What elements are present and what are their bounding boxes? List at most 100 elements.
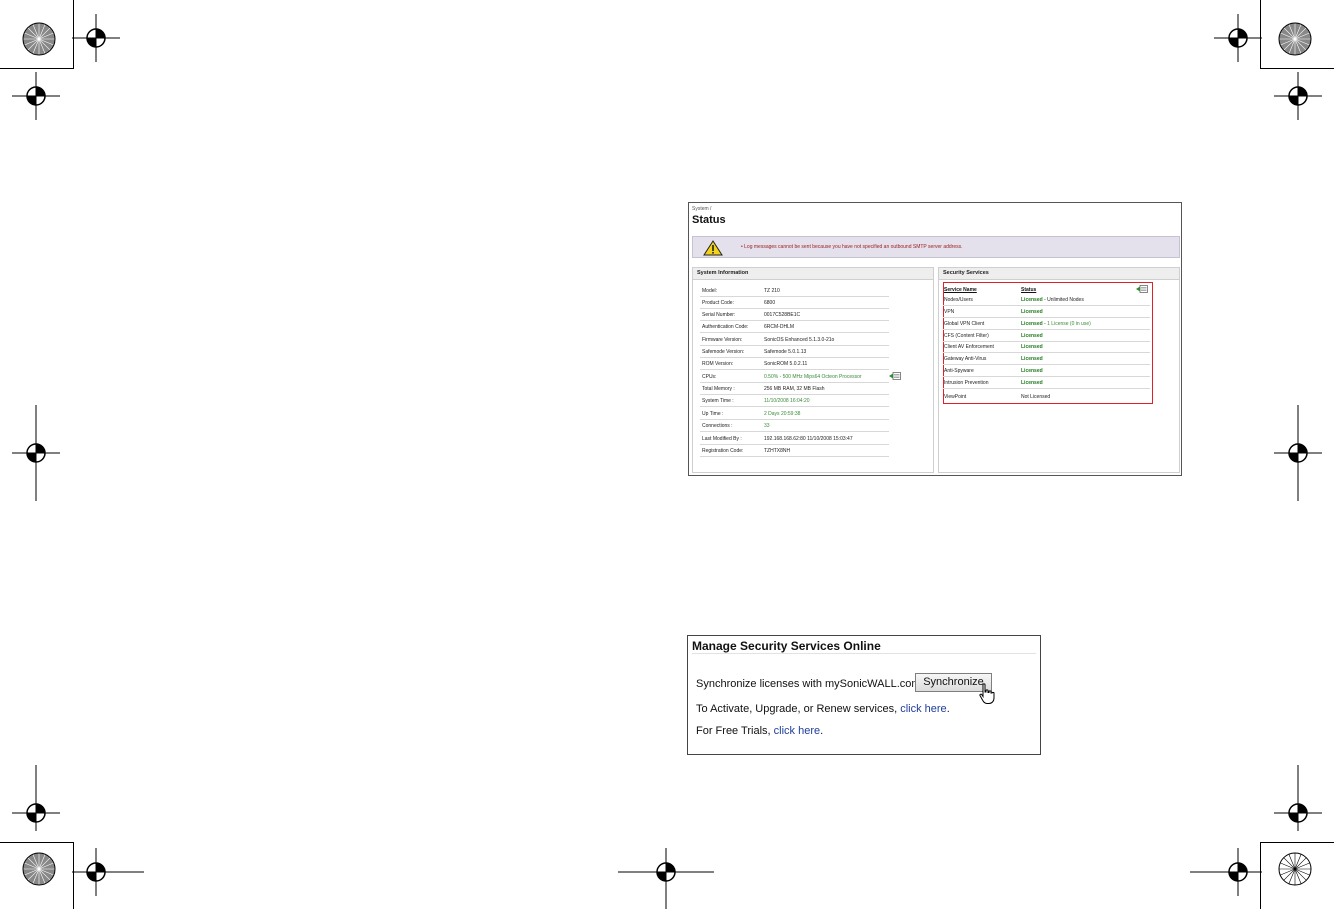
activate-link[interactable]: click here — [900, 703, 946, 715]
service-status: Licensed — [1021, 321, 1043, 327]
system-information-panel: System Information Model: TZ 210 Product … — [692, 267, 934, 473]
info-row: ROM Version: SonicROM 5.0.2.11 — [700, 358, 889, 370]
warning-icon — [703, 240, 723, 256]
page-title: Status — [692, 214, 726, 226]
service-row: VPN Licensed — [943, 306, 1150, 318]
color-rosette-icon — [1278, 22, 1312, 56]
color-rosette-icon — [22, 22, 56, 56]
service-status: Licensed — [1021, 368, 1043, 374]
info-value: Safemode 5.0.1.13 — [764, 349, 807, 355]
panel-heading: Security Services — [939, 268, 1179, 280]
registration-target-icon — [12, 765, 60, 831]
service-status: Not Licensed — [1021, 394, 1051, 400]
info-value: 6RCM-DHLM — [764, 324, 794, 330]
info-label: CPUs: — [702, 374, 717, 380]
column-header-service: Service Name — [944, 287, 977, 293]
service-name: VPN — [944, 309, 955, 315]
activate-period: . — [946, 703, 950, 715]
info-label: Safemode Version: — [702, 349, 745, 355]
service-name: Nodes/Users — [944, 297, 973, 303]
service-row: Intrusion Prevention Licensed — [943, 377, 1150, 389]
service-row: Anti-Spyware Licensed — [943, 365, 1150, 377]
trials-link[interactable]: click here — [774, 725, 820, 737]
info-value: 192.168.168.62:80 11/10/2008 15:03:47 — [764, 436, 853, 442]
info-label: Firmware Version: — [702, 337, 743, 343]
info-row: Serial Number: 0017C528BE1C — [700, 309, 889, 321]
color-rosette-icon — [1278, 852, 1312, 886]
service-status: Licensed — [1021, 344, 1043, 350]
registration-target-icon — [72, 848, 144, 896]
crop-mark — [0, 68, 74, 69]
info-row: Registration Code: TZHTX8NH — [700, 445, 889, 457]
info-label: Registration Code: — [702, 448, 744, 454]
activate-text: To Activate, Upgrade, or Renew services, — [696, 703, 898, 715]
info-value[interactable]: 2 Days 20:59:38 — [764, 411, 800, 417]
info-row: Authentication Code: 6RCM-DHLM — [700, 321, 889, 333]
info-label: Serial Number: — [702, 312, 736, 318]
info-value: SonicROM 5.0.2.11 — [764, 361, 808, 367]
service-name: Intrusion Prevention — [944, 380, 989, 386]
trials-period: . — [820, 725, 824, 737]
sync-label: Synchronize licenses with mySonicWALL.co… — [696, 678, 924, 690]
registration-target-icon — [12, 72, 60, 120]
panel-title: Manage Security Services Online — [692, 639, 881, 653]
info-row: Product Code: 6800 — [700, 297, 889, 309]
info-label: Authentication Code: — [702, 324, 749, 330]
breadcrumb[interactable]: System / — [692, 206, 711, 212]
panel-heading: System Information — [693, 268, 933, 280]
service-status: Licensed — [1021, 309, 1043, 315]
service-status: Licensed — [1021, 333, 1043, 339]
info-row: Firmware Version: SonicOS Enhanced 5.1.3.… — [700, 334, 889, 346]
service-note: Unlimited Nodes — [1047, 297, 1084, 303]
info-value[interactable]: 33 — [764, 423, 770, 429]
registration-target-icon — [1274, 72, 1322, 120]
info-label: Up Time : — [702, 411, 724, 417]
alert-message: • Log messages cannot be sent because yo… — [741, 244, 963, 250]
service-row: Global VPN Client Licensed - 1 License (0… — [943, 318, 1150, 330]
cpu-monitor-icon[interactable] — [889, 372, 901, 380]
service-name: Anti-Spyware — [944, 368, 974, 374]
registration-target-icon — [618, 848, 714, 909]
service-status: Licensed — [1021, 380, 1043, 386]
service-row: ViewPoint Not Licensed — [943, 391, 1150, 403]
registration-target-icon — [1214, 14, 1262, 62]
info-value: 256 MB RAM, 32 MB Flash — [764, 386, 825, 392]
service-note[interactable]: 1 License (0 in use) — [1047, 321, 1091, 327]
registration-target-icon — [72, 14, 120, 62]
trials-line: For Free Trials, click here. — [696, 725, 823, 737]
hand-cursor-icon — [979, 683, 995, 704]
service-name: Global VPN Client — [944, 321, 985, 327]
info-label: Total Memory : — [702, 386, 735, 392]
info-row: Safemode Version: Safemode 5.0.1.13 — [700, 346, 889, 358]
info-value[interactable]: 11/10/2008 16:04:20 — [764, 398, 810, 404]
service-row: Client AV Enforcement Licensed — [943, 341, 1150, 353]
info-value: 0017C528BE1C — [764, 312, 801, 318]
alert-banner: • Log messages cannot be sent because yo… — [692, 236, 1180, 258]
info-row: Connections : 33 — [700, 420, 889, 432]
registration-target-icon — [1190, 848, 1262, 896]
info-label: Connections : — [702, 423, 733, 429]
service-status: Licensed — [1021, 297, 1043, 303]
column-header-status: Status — [1021, 287, 1037, 293]
info-value: TZ 210 — [764, 288, 780, 294]
status-screenshot: System / Status • Log messages cannot be… — [688, 202, 1182, 476]
info-row: Last Modified By : 192.168.168.62:80 11/1… — [700, 433, 889, 445]
info-label: System Time : — [702, 398, 734, 404]
info-label: ROM Version: — [702, 361, 734, 367]
crop-mark — [1260, 68, 1334, 69]
service-name: CFS (Content Filter) — [944, 333, 989, 339]
services-details-icon[interactable] — [1136, 285, 1148, 293]
info-row: CPUs: 0.50% - 500 MHz Mips64 Octeon Proce… — [700, 371, 889, 383]
registration-target-icon — [12, 405, 60, 501]
info-row: System Time : 11/10/2008 16:04:20 — [700, 395, 889, 407]
info-value: SonicOS Enhanced 5.1.3.0-21o — [764, 337, 835, 343]
info-value: TZHTX8NH — [764, 448, 791, 454]
service-row: Gateway Anti-Virus Licensed — [943, 353, 1150, 365]
service-name: ViewPoint — [944, 394, 967, 400]
security-services-panel: Security Services Service Name Status No… — [938, 267, 1180, 473]
service-status: Licensed — [1021, 356, 1043, 362]
info-row: Model: TZ 210 — [700, 285, 889, 297]
service-row: Nodes/Users Licensed - Unlimited Nodes — [943, 294, 1150, 306]
info-label: Product Code: — [702, 300, 734, 306]
info-value[interactable]: 0.50% - 500 MHz Mips64 Octeon Processor — [764, 374, 862, 380]
